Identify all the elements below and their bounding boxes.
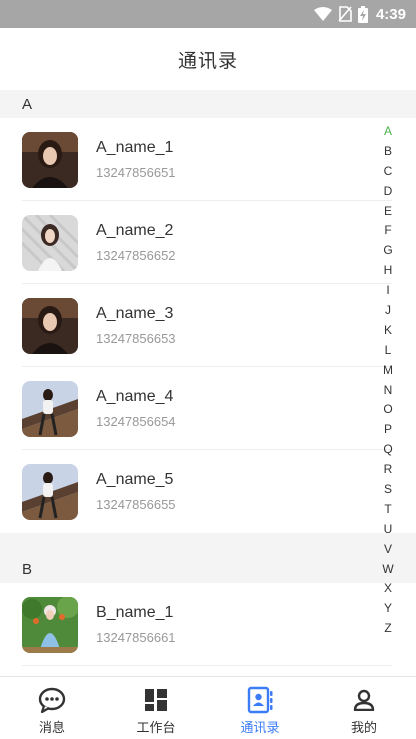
contact-name: A_name_3 [96, 305, 174, 322]
index-letter-r[interactable]: R [378, 460, 398, 480]
contact-phone: 13247856654 [96, 414, 176, 429]
section-letter: A [22, 95, 33, 113]
index-letter-g[interactable]: G [378, 241, 398, 261]
contact-phone: 13247856653 [96, 331, 176, 346]
index-letter-d[interactable]: D [378, 182, 398, 202]
index-letter-t[interactable]: T [378, 500, 398, 520]
contact-phone: 13247856661 [96, 630, 176, 645]
navigation-bar: 通讯录 [0, 28, 416, 90]
contact-name: A_name_2 [96, 222, 174, 239]
no-sim-icon [338, 6, 352, 22]
section-letter: B [22, 560, 33, 578]
avatar [22, 596, 78, 653]
avatar [22, 131, 78, 188]
avatar [22, 463, 78, 520]
contact-list[interactable]: A A_name_1 13247856651 A_name_2 13247856… [0, 90, 416, 676]
contact-item[interactable]: A_name_3 13247856653 [0, 284, 416, 367]
index-letter-e[interactable]: E [378, 202, 398, 222]
index-letter-l[interactable]: L [378, 341, 398, 361]
wifi-icon [313, 7, 332, 21]
contact-name: A_name_5 [96, 471, 174, 488]
status-time: 4:39 [375, 5, 406, 23]
chat-bubble-icon [38, 687, 66, 713]
tab-label: 通讯录 [240, 721, 280, 736]
section-header-a: A [0, 90, 416, 118]
index-letter-u[interactable]: U [378, 520, 398, 540]
index-letter-n[interactable]: N [378, 381, 398, 401]
contact-name: A_name_1 [96, 139, 174, 156]
index-letter-x[interactable]: X [378, 579, 398, 599]
index-letter-y[interactable]: Y [378, 599, 398, 619]
index-letter-z[interactable]: Z [378, 619, 398, 639]
index-letter-w[interactable]: W [378, 560, 398, 580]
section-divider [0, 533, 416, 555]
contact-item[interactable] [0, 666, 416, 676]
tab-label: 消息 [38, 721, 65, 736]
contacts-book-icon [247, 686, 273, 714]
index-letter-b[interactable]: B [378, 142, 398, 162]
page-title: 通讯录 [177, 49, 238, 72]
contact-name: A_name_4 [96, 388, 174, 405]
user-icon [353, 689, 375, 711]
index-letter-m[interactable]: M [378, 361, 398, 381]
index-letter-a[interactable]: A [378, 122, 398, 142]
index-letter-i[interactable]: I [378, 281, 398, 301]
alphabet-index-bar[interactable]: ABCDEFGHIJKLMNOPQRSTUVWXYZ [378, 122, 398, 639]
index-letter-o[interactable]: O [378, 400, 398, 420]
contact-phone: 13247856651 [96, 165, 176, 180]
contact-item[interactable]: A_name_4 13247856654 [0, 367, 416, 450]
tab-mine[interactable]: 我的 [312, 677, 416, 739]
tab-workbench[interactable]: 工作台 [104, 677, 208, 739]
index-letter-q[interactable]: Q [378, 440, 398, 460]
section-header-b: B [0, 555, 416, 583]
index-letter-p[interactable]: P [378, 420, 398, 440]
avatar [22, 297, 78, 354]
index-letter-h[interactable]: H [378, 261, 398, 281]
battery-charging-icon [357, 5, 368, 23]
index-letter-f[interactable]: F [378, 221, 398, 241]
index-letter-c[interactable]: C [378, 162, 398, 182]
contact-item[interactable]: B_name_1 13247856661 [0, 583, 416, 666]
contact-item[interactable]: A_name_2 13247856652 [0, 201, 416, 284]
index-letter-j[interactable]: J [378, 301, 398, 321]
contact-item[interactable]: A_name_1 13247856651 [0, 118, 416, 201]
tab-messages[interactable]: 消息 [0, 677, 104, 739]
contact-phone: 13247856655 [96, 497, 176, 512]
index-letter-s[interactable]: S [378, 480, 398, 500]
index-letter-v[interactable]: V [378, 540, 398, 560]
bottom-tab-bar: 消息 工作台 通讯录 我的 [0, 676, 416, 739]
tab-contacts[interactable]: 通讯录 [208, 677, 312, 739]
contact-name: B_name_1 [96, 604, 174, 621]
grid-icon [145, 689, 167, 711]
avatar [22, 214, 78, 271]
status-bar: 4:39 [0, 0, 416, 28]
avatar [22, 380, 78, 437]
tab-label: 我的 [350, 721, 377, 736]
contact-item[interactable]: A_name_5 13247856655 [0, 450, 416, 533]
tab-label: 工作台 [136, 721, 176, 736]
index-letter-k[interactable]: K [378, 321, 398, 341]
contact-phone: 13247856652 [96, 248, 176, 263]
